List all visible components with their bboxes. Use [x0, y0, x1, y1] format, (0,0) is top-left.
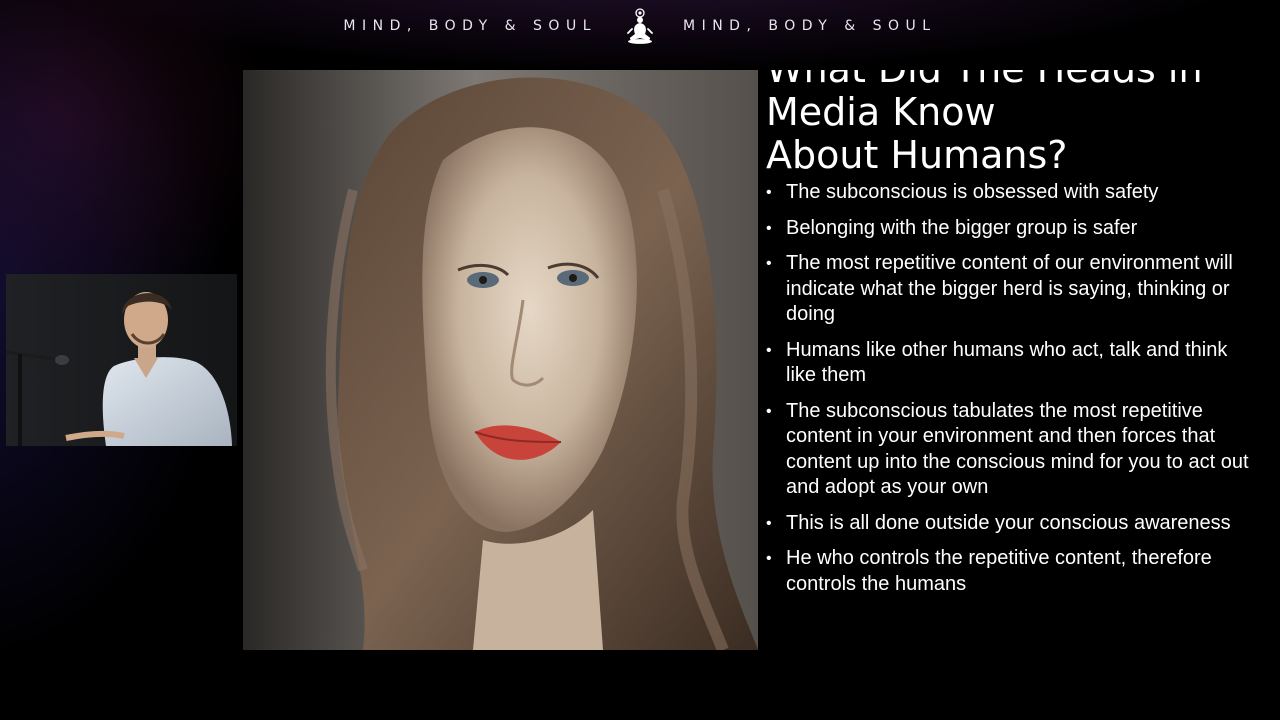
bullet-item: • The subconscious tabulates the most rep… [766, 399, 1249, 499]
meditation-figure-icon [623, 7, 657, 45]
brand-text-right: MIND, BODY & SOUL [683, 18, 937, 34]
bullet-list: • The subconscious is obsessed with safet… [766, 180, 1260, 607]
slide-title-line-2: About Humans? [766, 133, 1068, 177]
bullet-item: • This is all done outside your conscious… [766, 511, 1231, 534]
portrait-image [243, 70, 758, 650]
slide-title: What Did The Heads in Media Know About H… [766, 70, 1260, 177]
slide-title-line-1: Media Know [766, 90, 996, 134]
presentation-slide: What Did The Heads in Media Know About H… [243, 70, 1260, 650]
speaker-video-pip [6, 274, 237, 446]
bullet-item: • The most repetitive content of our envi… [766, 252, 1233, 325]
bullet-item: • The subconscious is obsessed with safet… [766, 181, 1159, 203]
slide-title-partial: What Did The Heads in [766, 70, 1260, 91]
bullet-item: • He who controls the repetitive content,… [766, 547, 1212, 595]
slide-text-panel: What Did The Heads in Media Know About H… [766, 70, 1260, 650]
brand-header: MIND, BODY & SOUL MIND, BODY & SOUL [0, 8, 1280, 44]
bullet-item: • Humans like other humans who act, talk … [766, 338, 1228, 387]
brand-text-left: MIND, BODY & SOUL [343, 18, 597, 34]
bullet-item: • Belonging with the bigger group is safe… [766, 216, 1138, 239]
